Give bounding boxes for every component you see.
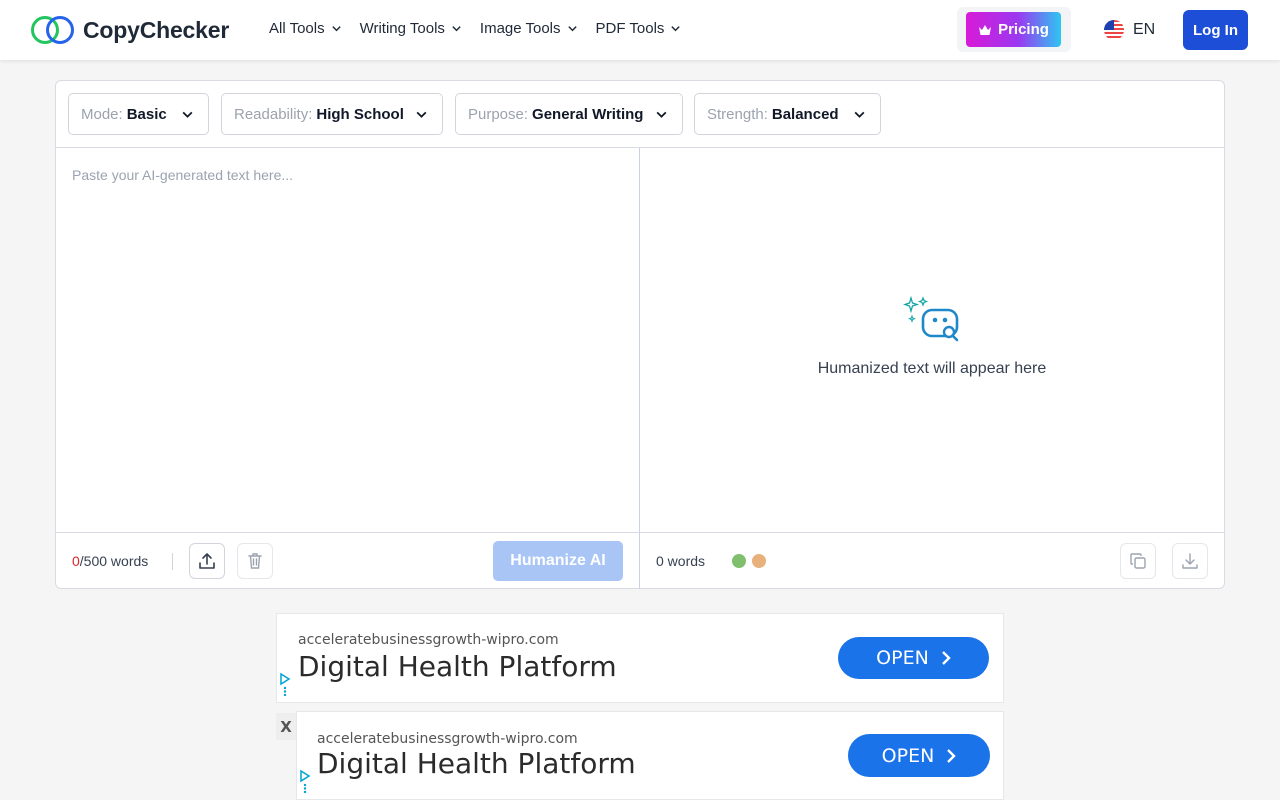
humanize-button[interactable]: Humanize AI bbox=[493, 541, 623, 581]
adchoices-icon[interactable] bbox=[279, 672, 291, 696]
chevron-down-icon bbox=[182, 111, 193, 118]
nav-writing-tools[interactable]: Writing Tools bbox=[360, 20, 462, 37]
ad-banner[interactable]: acceleratebusinessgrowth-wipro.com Digit… bbox=[276, 613, 1004, 703]
nav-label: PDF Tools bbox=[595, 20, 665, 37]
chevron-right-icon bbox=[941, 651, 951, 665]
strength-select[interactable]: Strength: Balanced bbox=[694, 93, 881, 135]
copy-icon bbox=[1130, 553, 1146, 569]
nav-label: All Tools bbox=[269, 20, 325, 37]
ad-title: Digital Health Platform bbox=[317, 747, 636, 780]
word-count-limit: /500 words bbox=[79, 553, 149, 569]
nav-label: Writing Tools bbox=[359, 20, 445, 37]
output-footer: 0 words bbox=[640, 532, 1224, 589]
humanizer-card: Mode: Basic Readability: High School Purpo… bbox=[55, 80, 1225, 589]
input-panel bbox=[56, 148, 640, 532]
ad-cta-label: OPEN bbox=[881, 744, 935, 767]
ad-open-button[interactable]: OPEN bbox=[848, 734, 990, 777]
nav-image-tools[interactable]: Image Tools bbox=[480, 20, 578, 37]
crown-icon bbox=[979, 24, 992, 35]
clear-button[interactable] bbox=[237, 543, 273, 579]
pricing-label: Pricing bbox=[998, 21, 1049, 38]
language-code: EN bbox=[1133, 21, 1156, 38]
option-value: Balanced bbox=[771, 105, 839, 123]
option-value: High School bbox=[316, 105, 404, 123]
options-bar: Mode: Basic Readability: High School Purpo… bbox=[56, 81, 1224, 148]
nav-pdf-tools[interactable]: PDF Tools bbox=[596, 20, 682, 37]
brand-name: CopyChecker bbox=[83, 16, 230, 43]
trash-icon bbox=[248, 553, 262, 569]
chevron-down-icon bbox=[331, 26, 341, 32]
option-prefix: Strength: bbox=[707, 105, 768, 123]
status-dot-orange bbox=[752, 554, 766, 568]
output-word-count: 0 words bbox=[656, 553, 706, 569]
purpose-select[interactable]: Purpose: General Writing bbox=[455, 93, 683, 135]
chevron-down-icon bbox=[567, 26, 577, 32]
ad-title: Digital Health Platform bbox=[298, 650, 617, 683]
status-dot-green bbox=[732, 554, 746, 568]
ad-cta-label: OPEN bbox=[876, 647, 929, 669]
us-flag-icon bbox=[1104, 20, 1124, 40]
mode-select[interactable]: Mode: Basic bbox=[68, 93, 209, 135]
readability-select[interactable]: Readability: High School bbox=[221, 93, 443, 135]
language-selector[interactable]: EN bbox=[1104, 20, 1155, 40]
chevron-down-icon bbox=[656, 111, 667, 118]
ad-open-button[interactable]: OPEN bbox=[838, 637, 989, 679]
brand-logo[interactable]: CopyChecker bbox=[31, 15, 229, 45]
word-count-current: 0 bbox=[72, 553, 80, 569]
chevron-down-icon bbox=[671, 26, 681, 32]
output-empty-message: Humanized text will appear here bbox=[817, 360, 1047, 377]
download-button[interactable] bbox=[1172, 543, 1208, 579]
ad-banner[interactable]: acceleratebusinessgrowth-wipro.com Digit… bbox=[296, 711, 1004, 800]
ad-close-button[interactable]: X bbox=[276, 713, 296, 740]
nav-all-tools[interactable]: All Tools bbox=[269, 20, 342, 37]
ai-text-input[interactable] bbox=[56, 148, 639, 532]
pricing-wrapper: Pricing bbox=[957, 7, 1071, 52]
download-icon bbox=[1182, 553, 1198, 569]
chevron-right-icon bbox=[947, 748, 957, 763]
nav-label: Image Tools bbox=[479, 20, 561, 37]
option-value: Basic bbox=[126, 105, 167, 123]
main-nav: All Tools Writing Tools Image Tools PDF … bbox=[269, 20, 699, 37]
chevron-down-icon bbox=[416, 111, 427, 118]
output-panel: Humanized text will appear here bbox=[640, 148, 1224, 532]
adchoices-icon[interactable] bbox=[299, 769, 311, 793]
ad-domain: acceleratebusinessgrowth-wipro.com bbox=[317, 731, 578, 747]
top-header: CopyChecker All Tools Writing Tools Imag… bbox=[0, 0, 1280, 60]
logo-rings-icon bbox=[31, 15, 75, 45]
robot-sparkle-icon bbox=[903, 296, 959, 342]
ad-domain: acceleratebusinessgrowth-wipro.com bbox=[298, 632, 559, 648]
pricing-button[interactable]: Pricing bbox=[966, 12, 1061, 47]
login-button[interactable]: Log In bbox=[1183, 10, 1248, 50]
option-prefix: Purpose: bbox=[468, 105, 529, 123]
upload-button[interactable] bbox=[189, 543, 225, 579]
option-prefix: Mode: bbox=[81, 105, 123, 123]
option-prefix: Readability: bbox=[234, 105, 313, 123]
option-value: General Writing bbox=[532, 105, 644, 123]
chevron-down-icon bbox=[854, 111, 865, 118]
chevron-down-icon bbox=[452, 26, 461, 32]
divider bbox=[172, 553, 173, 570]
input-word-count: 0/500 words bbox=[72, 553, 148, 569]
copy-button[interactable] bbox=[1120, 543, 1156, 579]
upload-icon bbox=[199, 553, 215, 569]
input-footer: 0/500 words Humanize AI bbox=[56, 532, 640, 589]
